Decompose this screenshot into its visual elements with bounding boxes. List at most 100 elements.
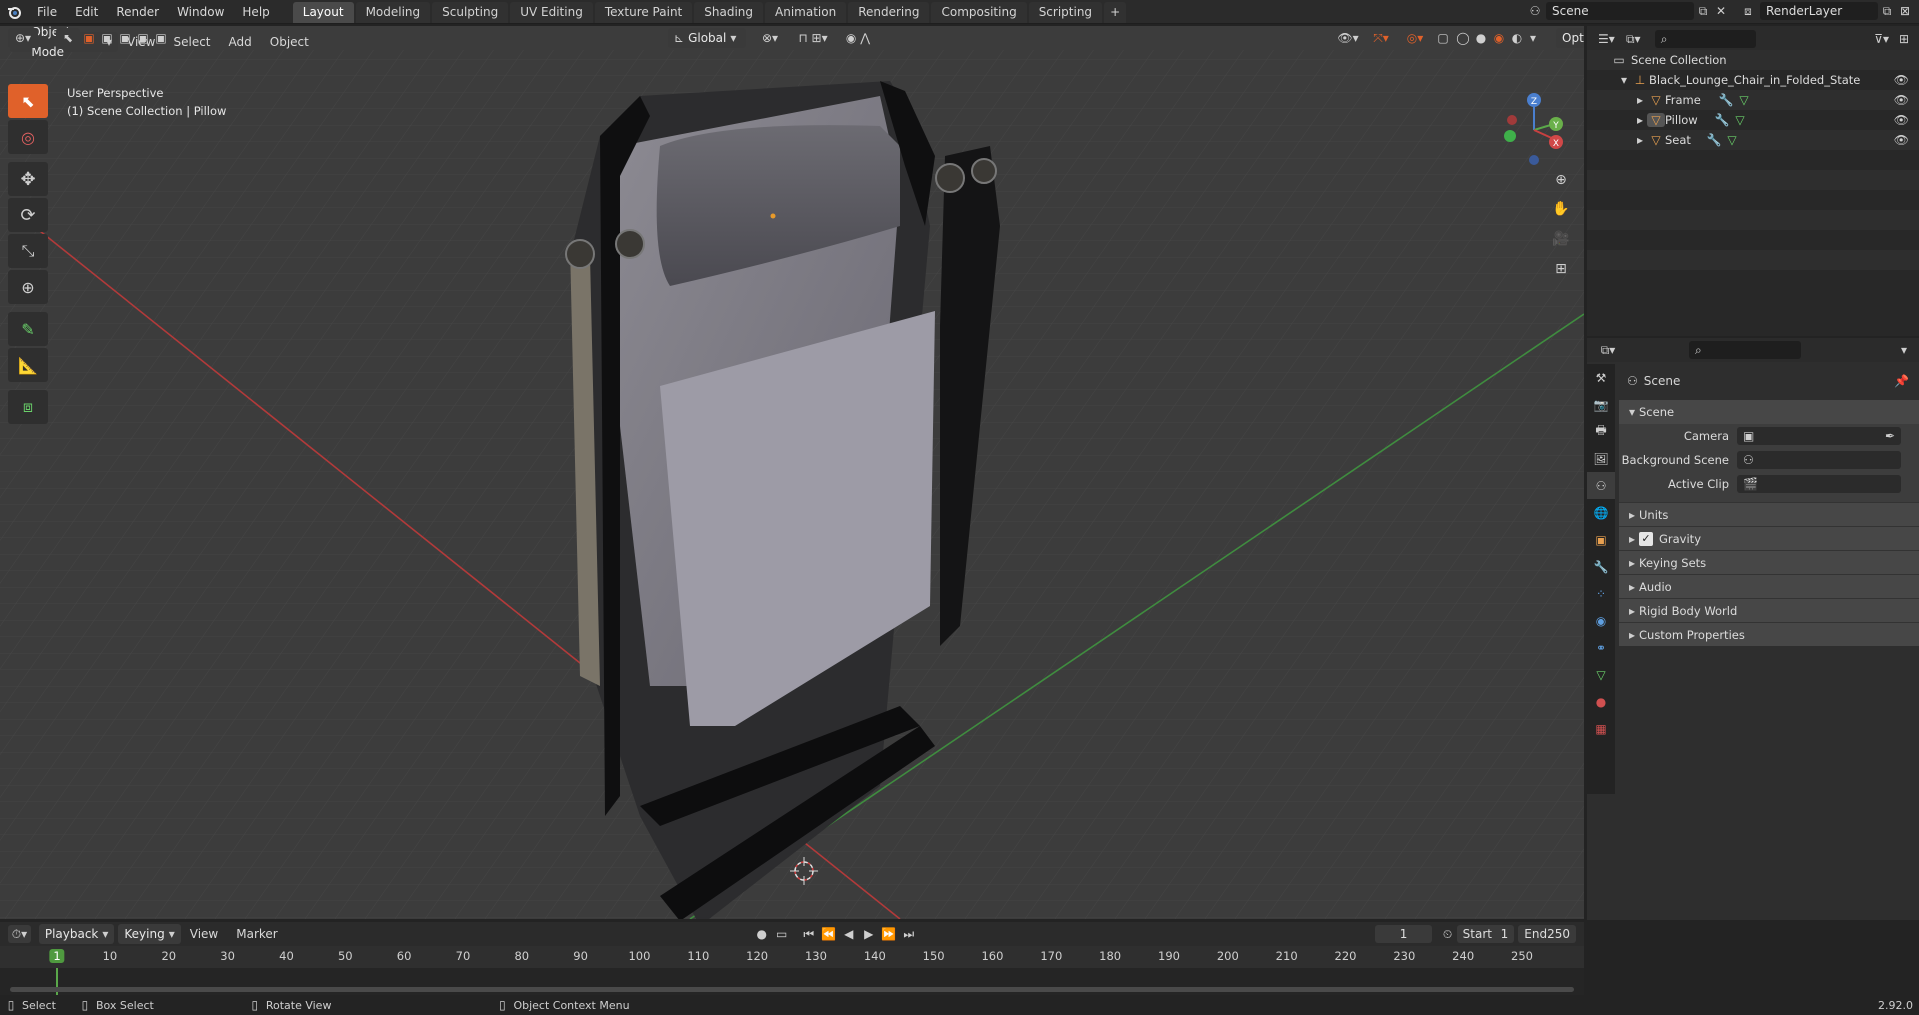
tab-constraints[interactable]: ⚭ [1587, 634, 1615, 661]
view-layer-icon[interactable]: ⧈ [1736, 4, 1760, 19]
annotate-tool[interactable]: ✎ [8, 312, 48, 346]
tab-layout[interactable]: Layout [292, 2, 354, 23]
properties-options-icon[interactable]: ▾ [1895, 343, 1913, 357]
tab-output[interactable]: 🖶 [1587, 418, 1615, 445]
custom-properties-panel[interactable]: ▸ Custom Properties [1619, 622, 1919, 646]
tab-data[interactable]: ▽ [1587, 661, 1615, 688]
timeline-editor-icon[interactable]: ⏱▾ [8, 925, 31, 943]
tab-sculpting[interactable]: Sculpting [432, 2, 509, 23]
material-shading-icon[interactable]: ◉ [1490, 31, 1508, 45]
camera-view-icon[interactable]: 🎥 [1548, 224, 1574, 254]
options-button[interactable]: Options [1556, 28, 1584, 48]
selection-mode-invert-icon[interactable]: ▣ [134, 31, 152, 45]
tab-object[interactable]: ▣ [1587, 526, 1615, 553]
gravity-panel[interactable]: ▸ ✓ Gravity [1619, 526, 1919, 550]
menu-window[interactable]: Window [168, 0, 233, 24]
visibility-eye-icon[interactable]: 👁 [1894, 73, 1909, 87]
outliner-search-input[interactable]: ⌕ [1654, 30, 1757, 48]
close-scene-icon[interactable]: ✕ [1712, 4, 1730, 18]
copy-scene-icon[interactable]: ⧉ [1694, 4, 1712, 19]
expand-arrow-icon[interactable]: ▸ [1633, 133, 1647, 147]
keying-sets-panel[interactable]: ▸ Keying Sets [1619, 550, 1919, 574]
pan-hand-icon[interactable]: ✋ [1548, 194, 1574, 224]
perspective-toggle-icon[interactable]: ⊞ [1548, 254, 1574, 284]
selection-mode-intersect-icon[interactable]: ▣ [152, 31, 170, 45]
outliner-row-scene-collection[interactable]: ▭ Scene Collection [1587, 50, 1919, 70]
solid-shading-icon[interactable]: ● [1472, 31, 1490, 45]
timeline-scrollbar[interactable] [10, 987, 1574, 992]
tab-scripting[interactable]: Scripting [1028, 2, 1103, 23]
properties-search-input[interactable]: ⌕ [1689, 341, 1801, 359]
outliner-row-seat[interactable]: ▸ ▽ Seat 🔧 ▽ 👁 [1587, 130, 1919, 150]
eyedropper-icon[interactable]: ✒ [1885, 427, 1895, 445]
rendered-shading-icon[interactable]: ◐ [1508, 31, 1526, 45]
visibility-eye-icon[interactable]: 👁 [1894, 113, 1909, 127]
tab-material[interactable]: ● [1587, 688, 1615, 715]
properties-editor-icon[interactable]: ⧉▾ [1593, 343, 1623, 358]
copy-layer-icon[interactable]: ⧉ [1878, 4, 1896, 19]
blender-logo-icon[interactable] [0, 0, 28, 24]
pin-icon[interactable]: 📌 [1894, 374, 1909, 388]
viewport-menu-object[interactable]: Object [261, 30, 318, 54]
expand-arrow-icon[interactable]: ▸ [1633, 93, 1647, 107]
start-frame-field[interactable]: Start 1 [1456, 925, 1515, 943]
editor-type-icon[interactable]: ⊕▾ [8, 28, 38, 48]
display-mode-icon[interactable]: ⧉▾ [1620, 32, 1647, 47]
remove-layer-icon[interactable]: ⊠ [1896, 4, 1914, 18]
tab-animation[interactable]: Animation [765, 2, 847, 23]
scene-icon[interactable]: ⚇ [1524, 4, 1546, 18]
tab-render[interactable]: 📷 [1587, 391, 1615, 418]
scene-panel-header[interactable]: ▾ Scene [1619, 400, 1919, 424]
tab-world[interactable]: 🌐 [1587, 499, 1615, 526]
outliner-row-pillow[interactable]: ▸ ▽ Pillow 🔧 ▽ 👁 [1587, 110, 1919, 130]
gravity-checkbox[interactable]: ✓ [1639, 531, 1653, 546]
jump-start-icon[interactable]: ⏮ [799, 927, 819, 942]
tab-uv-editing[interactable]: UV Editing [510, 2, 593, 23]
timeline-menu-marker[interactable]: Marker [227, 922, 286, 946]
filter-icon[interactable]: ⊽▾ [1868, 32, 1895, 46]
overlay-toggle-icon[interactable]: ◎▾ [1398, 31, 1432, 45]
menu-help[interactable]: Help [233, 0, 278, 24]
rotate-tool[interactable]: ⟳ [8, 198, 48, 232]
scale-tool[interactable]: ⤡ [8, 234, 48, 268]
tab-particles[interactable]: ⁘ [1587, 580, 1615, 607]
expand-arrow-icon[interactable]: ▸ [1633, 113, 1647, 127]
view-layer-selector[interactable]: RenderLayer [1760, 2, 1878, 20]
visibility-eye-icon[interactable]: 👁 [1894, 93, 1909, 107]
playback-dropdown[interactable]: Playback ▾ [38, 924, 115, 944]
snap-icon[interactable]: ⊓ ⊞▾ [788, 31, 838, 45]
auto-key-options-icon[interactable]: ▭ [773, 927, 791, 941]
tab-rendering[interactable]: Rendering [848, 2, 930, 23]
rigid-body-world-panel[interactable]: ▸ Rigid Body World [1619, 598, 1919, 622]
transform-tool[interactable]: ⊕ [8, 270, 48, 304]
new-collection-icon[interactable]: ⊞ [1895, 32, 1913, 46]
tab-compositing[interactable]: Compositing [931, 2, 1027, 23]
end-frame-field[interactable]: End 250 [1518, 925, 1577, 943]
current-frame-field[interactable]: 1 [1374, 925, 1433, 943]
visibility-icon[interactable]: 👁▾ [1332, 31, 1364, 45]
tab-scene[interactable]: ⚇ [1587, 472, 1615, 499]
tab-modeling[interactable]: Modeling [355, 2, 431, 23]
tab-shading[interactable]: Shading [694, 2, 763, 23]
tab-texture-paint[interactable]: Texture Paint [594, 2, 693, 23]
select-tool-mode-icon[interactable]: ⬉ [56, 28, 80, 48]
navigation-gizmo[interactable]: Z Y X [1494, 90, 1570, 174]
menu-edit[interactable]: Edit [66, 0, 107, 24]
select-box-tool[interactable]: ⬉ [8, 84, 48, 118]
timeline-menu-view[interactable]: View [181, 922, 227, 946]
camera-field[interactable]: ▣ ✒ [1737, 427, 1901, 445]
menu-render[interactable]: Render [107, 0, 168, 24]
play-icon[interactable]: ▶ [859, 927, 879, 941]
menu-file[interactable]: File [28, 0, 66, 24]
tab-texture[interactable]: ▦ [1587, 715, 1615, 742]
visibility-eye-icon[interactable]: 👁 [1894, 133, 1909, 147]
add-cube-tool[interactable]: ⧈ [8, 390, 48, 424]
scene-selector[interactable]: Scene [1546, 2, 1694, 20]
proportional-edit-icon[interactable]: ◉ ⋀ [838, 31, 878, 45]
3d-viewport[interactable]: ▣ Object Mode ▾ View Select Add Object ⊾… [0, 26, 1584, 919]
tab-view-layer[interactable]: 🖼 [1587, 445, 1615, 472]
play-reverse-icon[interactable]: ◀ [839, 927, 859, 941]
timeline-track-area[interactable] [0, 968, 1584, 996]
viewport-menu-select[interactable]: Select [164, 30, 219, 54]
next-keyframe-icon[interactable]: ⏩ [879, 927, 899, 941]
